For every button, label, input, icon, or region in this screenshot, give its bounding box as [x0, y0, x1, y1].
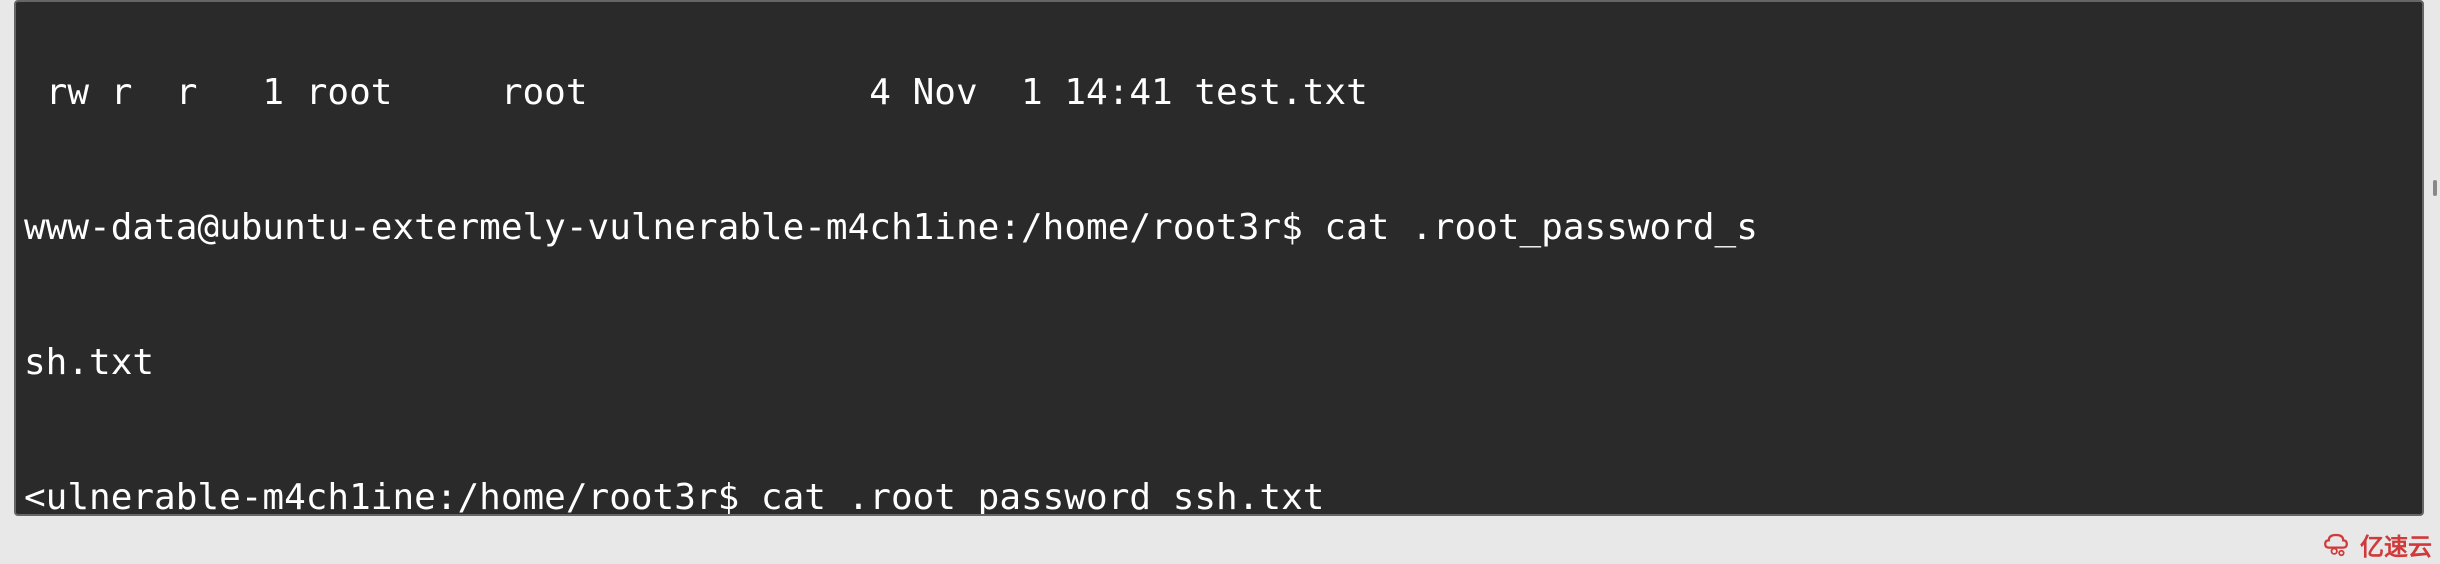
terminal-output-line: sh.txt: [24, 340, 2414, 385]
watermark: 亿速云: [2318, 526, 2432, 562]
terminal-output-line: rw r r 1 root root 4 Nov 1 14:41 test.tx…: [24, 70, 2414, 115]
cloud-logo-icon: [2318, 526, 2354, 562]
watermark-text: 亿速云: [2360, 527, 2432, 562]
terminal-prompt-line: <ulnerable-m4ch1ine:/home/root3r$ cat .r…: [24, 475, 2414, 516]
terminal-prompt-line: www-data@ubuntu-extermely-vulnerable-m4c…: [24, 205, 2414, 250]
terminal-window[interactable]: rw r r 1 root root 4 Nov 1 14:41 test.tx…: [14, 0, 2424, 516]
scrollbar-thumb[interactable]: [2433, 180, 2437, 196]
